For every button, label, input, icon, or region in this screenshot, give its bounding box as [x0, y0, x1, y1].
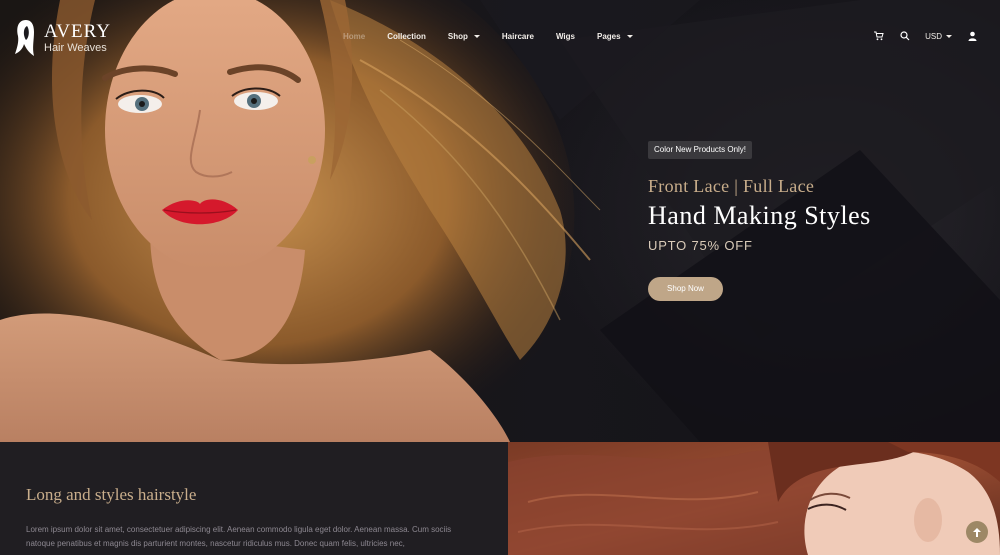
header-tools: USD [873, 30, 978, 42]
hairstyle-section: Long and styles hairstyle Lorem ipsum do… [0, 442, 1000, 555]
arrow-up-icon [973, 527, 981, 537]
nav-item-label: Shop [447, 32, 468, 41]
nav-item-label: Collection [387, 32, 426, 41]
nav-item-label: Pages [596, 32, 621, 41]
woman-silhouette-logo-icon [15, 20, 34, 56]
nav-item-pages[interactable]: Pages [597, 32, 633, 41]
hairstyle-text-panel: Long and styles hairstyle Lorem ipsum do… [0, 442, 508, 555]
nav-item-haircare[interactable]: Haircare [502, 32, 534, 41]
currency-label: USD [925, 31, 942, 41]
hero-offer: UPTO 75% OFF [648, 238, 753, 253]
scroll-to-top-button[interactable] [966, 521, 988, 543]
nav-item-wigs[interactable]: Wigs [556, 32, 575, 41]
main-nav: Home Collection Shop Haircare Wigs Pages [343, 32, 655, 41]
user-icon[interactable] [966, 30, 978, 42]
nav-item-collection[interactable]: Collection [387, 32, 426, 41]
chevron-down-icon [626, 35, 633, 38]
shop-now-button[interactable]: Shop Now [648, 277, 723, 301]
section-title: Long and styles hairstyle [26, 485, 197, 504]
nav-item-home[interactable]: Home [343, 32, 365, 41]
section-description: Lorem ipsum dolor sit amet, consectetuer… [26, 525, 452, 548]
chevron-down-icon [473, 35, 480, 38]
promo-badge: Color New Products Only! [648, 141, 753, 159]
nav-item-label: Wigs [555, 32, 575, 41]
nav-item-label: Haircare [501, 32, 534, 41]
nav-item-shop[interactable]: Shop [448, 32, 480, 41]
hairstyle-image [508, 442, 1000, 555]
hero-subtitle: Front Lace | Full Lace [648, 176, 815, 196]
currency-selector[interactable]: USD [925, 32, 952, 41]
site-logo[interactable]: AVERY Hair Weaves [14, 18, 111, 58]
hero-title: Hand Making Styles [648, 201, 871, 230]
chevron-down-icon [946, 34, 952, 38]
nav-item-label: Home [343, 32, 366, 41]
site-header: AVERY Hair Weaves Home Collection Shop H… [0, 0, 1000, 75]
cart-icon[interactable] [873, 30, 885, 42]
brand-tagline: Hair Weaves [44, 41, 107, 54]
search-icon[interactable] [899, 30, 911, 42]
brand-name: AVERY [44, 20, 111, 42]
